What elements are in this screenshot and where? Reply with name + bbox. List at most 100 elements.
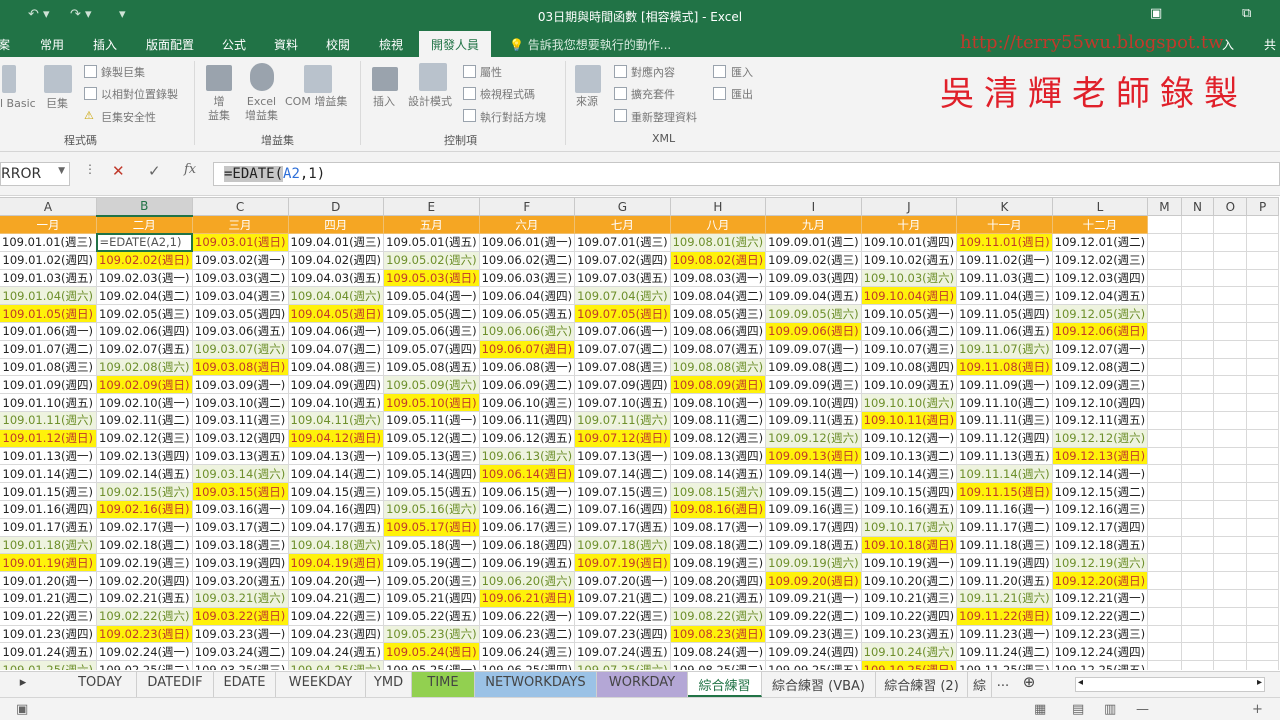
- date-cell[interactable]: [1180, 357, 1215, 377]
- date-cell[interactable]: 109.02.10(週一): [96, 393, 193, 412]
- date-cell[interactable]: 109.08.14(週五): [669, 464, 767, 484]
- zoom-in-button[interactable]: +: [1252, 702, 1263, 717]
- date-cell[interactable]: 109.05.13(週三): [383, 446, 480, 466]
- date-cell[interactable]: 109.07.04(週六): [574, 286, 671, 306]
- date-cell[interactable]: [1180, 268, 1215, 288]
- date-cell[interactable]: 109.05.20(週三): [383, 571, 480, 590]
- date-cell[interactable]: 109.08.02(週日): [669, 250, 767, 270]
- date-cell[interactable]: 109.02.25(週二): [96, 660, 193, 670]
- date-cell[interactable]: [1213, 357, 1248, 377]
- date-cell[interactable]: 109.11.13(週五): [956, 446, 1053, 466]
- column-header[interactable]: G: [574, 197, 671, 216]
- date-cell[interactable]: 109.11.08(週日): [956, 357, 1053, 377]
- month-header[interactable]: 十月: [860, 215, 958, 234]
- zoom-out-button[interactable]: —: [1136, 702, 1149, 717]
- date-cell[interactable]: 109.09.22(週二): [765, 606, 862, 626]
- date-cell[interactable]: [1246, 286, 1279, 306]
- date-cell[interactable]: 109.03.19(週四): [191, 553, 289, 573]
- date-cell[interactable]: [1180, 606, 1215, 626]
- date-cell[interactable]: 109.12.20(週日): [1051, 571, 1149, 590]
- date-cell[interactable]: 109.12.03(週四): [1051, 268, 1149, 288]
- date-cell[interactable]: [1147, 499, 1182, 519]
- date-cell[interactable]: 109.01.08(週三): [0, 357, 98, 377]
- date-cell[interactable]: 109.06.08(週一): [478, 357, 576, 377]
- date-cell[interactable]: 109.08.21(週五): [669, 588, 767, 608]
- date-cell[interactable]: 109.12.19(週六): [1051, 553, 1149, 573]
- date-cell[interactable]: [1213, 286, 1248, 306]
- date-cell[interactable]: 109.03.06(週五): [191, 321, 289, 341]
- date-cell[interactable]: 109.05.12(週二): [383, 428, 480, 448]
- date-cell[interactable]: [1147, 642, 1182, 662]
- date-cell[interactable]: [1180, 571, 1215, 590]
- date-cell[interactable]: 109.01.06(週一): [0, 321, 98, 341]
- date-cell[interactable]: 109.03.05(週四): [191, 304, 289, 323]
- date-cell[interactable]: 109.10.14(週三): [860, 464, 958, 484]
- date-cell[interactable]: [1246, 410, 1279, 430]
- date-cell[interactable]: 109.05.21(週四): [383, 588, 480, 608]
- date-cell[interactable]: 109.04.16(週四): [287, 499, 385, 519]
- date-cell[interactable]: 109.11.21(週六): [956, 588, 1053, 608]
- date-cell[interactable]: 109.12.16(週三): [1051, 499, 1149, 519]
- date-cell[interactable]: 109.07.16(週四): [574, 499, 671, 519]
- sheet-tab[interactable]: TODAY: [64, 672, 137, 697]
- date-cell[interactable]: 109.02.04(週二): [96, 286, 193, 306]
- date-cell[interactable]: 109.03.07(週六): [191, 339, 289, 359]
- date-cell[interactable]: 109.02.21(週五): [96, 588, 193, 608]
- date-cell[interactable]: [1147, 464, 1182, 484]
- date-cell[interactable]: 109.03.12(週四): [191, 428, 289, 448]
- date-cell[interactable]: 109.06.09(週二): [478, 375, 576, 395]
- date-cell[interactable]: 109.05.10(週日): [383, 393, 480, 412]
- date-cell[interactable]: 109.05.17(週日): [383, 517, 480, 537]
- column-header[interactable]: N: [1180, 197, 1215, 216]
- visual-basic-button[interactable]: l Basic: [0, 97, 36, 111]
- date-cell[interactable]: 109.05.05(週二): [383, 304, 480, 323]
- date-cell[interactable]: 109.08.24(週一): [669, 642, 767, 662]
- date-cell[interactable]: 109.06.25(週四): [478, 660, 576, 670]
- date-cell[interactable]: 109.04.23(週四): [287, 624, 385, 644]
- month-header[interactable]: 九月: [765, 215, 862, 234]
- date-cell[interactable]: 109.12.17(週四): [1051, 517, 1149, 537]
- date-cell[interactable]: 109.01.25(週六): [0, 660, 98, 670]
- sheet-tab[interactable]: DATEDIF: [137, 672, 214, 697]
- month-header[interactable]: 八月: [669, 215, 767, 234]
- date-cell[interactable]: 109.11.16(週一): [956, 499, 1053, 519]
- date-cell[interactable]: 109.05.23(週六): [383, 624, 480, 644]
- tab-data[interactable]: 資料: [274, 36, 298, 53]
- date-cell[interactable]: [1246, 571, 1279, 590]
- date-cell[interactable]: 109.06.05(週五): [478, 304, 576, 323]
- date-cell[interactable]: [1246, 321, 1279, 341]
- com-addins-button[interactable]: COM 增益集: [285, 95, 347, 109]
- active-cell[interactable]: =EDATE(A2,1): [95, 232, 194, 253]
- date-cell[interactable]: 109.09.15(週二): [765, 482, 862, 501]
- date-cell[interactable]: 109.08.17(週一): [669, 517, 767, 537]
- date-cell[interactable]: 109.04.14(週二): [287, 464, 385, 484]
- date-cell[interactable]: 109.09.16(週三): [765, 499, 862, 519]
- date-cell[interactable]: 109.01.07(週二): [0, 339, 98, 359]
- macros-button[interactable]: 巨集: [46, 97, 68, 111]
- column-header[interactable]: D: [287, 197, 385, 216]
- date-cell[interactable]: 109.03.03(週二): [191, 268, 289, 288]
- date-cell[interactable]: 109.03.14(週六): [191, 464, 289, 484]
- date-cell[interactable]: [1147, 357, 1182, 377]
- date-cell[interactable]: [1246, 304, 1279, 323]
- column-header[interactable]: F: [478, 197, 576, 216]
- sheet-tab[interactable]: NETWORKDAYS: [475, 672, 597, 697]
- date-cell[interactable]: 109.08.19(週三): [669, 553, 767, 573]
- source-button[interactable]: 來源: [576, 95, 598, 109]
- date-cell[interactable]: 109.02.16(週日): [96, 499, 193, 519]
- sheet-tab[interactable]: YMD: [366, 672, 412, 697]
- date-cell[interactable]: [1246, 606, 1279, 626]
- date-cell[interactable]: 109.10.10(週六): [860, 393, 958, 412]
- date-cell[interactable]: 109.10.08(週四): [860, 357, 958, 377]
- date-cell[interactable]: 109.04.17(週五): [287, 517, 385, 537]
- month-header[interactable]: [1147, 215, 1182, 234]
- date-cell[interactable]: 109.08.10(週一): [669, 393, 767, 412]
- sheet-tab[interactable]: WEEKDAY: [276, 672, 366, 697]
- date-cell[interactable]: 109.10.15(週四): [860, 482, 958, 501]
- date-cell[interactable]: 109.05.02(週六): [383, 250, 480, 270]
- date-cell[interactable]: [1147, 428, 1182, 448]
- tab-review[interactable]: 校閱: [326, 36, 350, 53]
- date-cell[interactable]: 109.03.16(週一): [191, 499, 289, 519]
- date-cell[interactable]: 109.05.07(週四): [383, 339, 480, 359]
- formula-input[interactable]: =EDATE(A2,1): [213, 162, 1280, 186]
